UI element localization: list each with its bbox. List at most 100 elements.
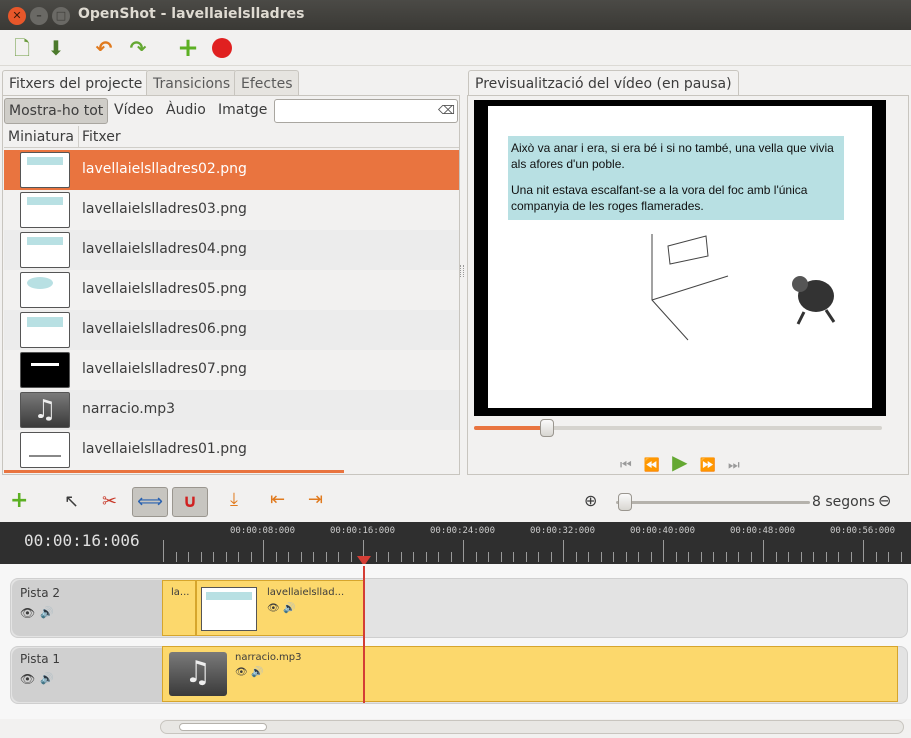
list-item[interactable]: lavellaielslladres03.png (4, 190, 459, 230)
maximize-window-icon[interactable]: □ (52, 7, 70, 25)
tab-transitions[interactable]: Transicions (146, 70, 238, 96)
ruler-tick-label: 00:00:32:000 (530, 526, 596, 536)
thumbnail-image (20, 232, 70, 268)
timeline-toolbar: + ↖ ✂ ⟺ ∪ ⤓ ⇤ ⇥ ⊕ 8 segons ⊖ (0, 485, 911, 521)
timeline-scrollbar[interactable] (160, 720, 904, 734)
ruler-tick (613, 552, 614, 562)
tab-preview[interactable]: Previsualització del vídeo (en pausa) (468, 70, 739, 96)
previous-marker-icon[interactable]: ⇤ (270, 489, 285, 510)
ruler-tick (213, 552, 214, 562)
thumbnail-image (20, 152, 70, 188)
column-file[interactable]: Fitxer (82, 129, 121, 145)
add-track-icon[interactable]: + (10, 488, 28, 513)
ruler-tick (863, 540, 864, 562)
clear-search-icon[interactable]: ⌫ (438, 103, 455, 117)
speaker-icon[interactable]: 🔊 (283, 603, 295, 614)
thumbnail-image (20, 352, 70, 388)
razor-tool-icon[interactable]: ✂ (102, 491, 117, 512)
list-item[interactable]: lavellaielslladres01.png (4, 430, 459, 470)
speaker-icon[interactable]: 🔊 (40, 606, 54, 619)
zoom-slider[interactable] (616, 501, 810, 504)
list-item[interactable]: lavellaielslladres07.png (4, 350, 459, 390)
pointer-tool-icon[interactable]: ↖ (64, 491, 79, 512)
search-input[interactable] (274, 99, 458, 123)
ruler-tick (576, 552, 577, 562)
video-frame: Això va anar i era, si era bé i si no ta… (488, 106, 872, 408)
filter-show-all-button[interactable]: Mostra-ho tot (4, 98, 109, 124)
jump-end-icon[interactable]: ⏭ (728, 458, 744, 473)
title-bar: ✕ – □ OpenShot - lavellaielslladres (0, 0, 911, 30)
seek-bar-handle[interactable] (540, 419, 555, 437)
eye-icon[interactable]: 👁 (267, 603, 280, 614)
speaker-icon[interactable]: 🔊 (251, 667, 263, 678)
ruler-tick (538, 552, 539, 562)
list-item[interactable]: lavellaielslladres04.png (4, 230, 459, 270)
ruler-tick-label: 00:00:08:000 (230, 526, 296, 536)
rewind-icon[interactable]: ⏪ (644, 458, 664, 473)
thumbnail-image (20, 272, 70, 308)
ruler-tick (501, 552, 502, 562)
filter-video-button[interactable]: Vídeo (110, 98, 158, 124)
thumbnail-image (20, 192, 70, 228)
preview-seek-bar[interactable] (474, 426, 882, 430)
ruler-tick (226, 552, 227, 562)
ruler-tick-label: 00:00:16:000 (330, 526, 396, 536)
ruler-tick (263, 540, 264, 562)
eye-icon[interactable]: 👁 (235, 667, 248, 678)
next-marker-icon[interactable]: ⇥ (308, 489, 323, 510)
new-project-icon[interactable]: 🗋 (8, 34, 36, 62)
close-window-icon[interactable]: ✕ (8, 7, 26, 25)
ruler-tick (588, 552, 589, 562)
add-marker-icon[interactable]: ⤓ (230, 489, 238, 510)
column-thumbnail[interactable]: Miniatura (8, 129, 74, 145)
ruler-tick (838, 552, 839, 562)
export-video-icon[interactable] (208, 34, 236, 62)
track-header: Pista 1 👁 🔊 (12, 648, 162, 702)
timeline-clip[interactable]: la... (162, 580, 196, 636)
horizontal-scrollbar[interactable] (4, 470, 344, 473)
pane-splitter-handle[interactable] (460, 265, 464, 277)
zoom-in-icon[interactable]: ⊕ (584, 491, 597, 510)
slide-paragraph: Una nit estava escalfant-se a la vora de… (511, 183, 808, 213)
undo-icon[interactable]: ↶ (90, 34, 118, 62)
ruler-tick-label: 00:00:40:000 (630, 526, 696, 536)
ruler-tick (676, 552, 677, 562)
scrollbar-thumb[interactable] (179, 723, 267, 731)
speaker-icon[interactable]: 🔊 (40, 672, 54, 685)
filter-image-button[interactable]: Imatge (214, 98, 271, 124)
list-item[interactable]: lavellaielslladres02.png (4, 150, 459, 190)
ruler-tick (638, 552, 639, 562)
eye-icon[interactable]: 👁 (20, 672, 35, 686)
thumbnail-image (20, 312, 70, 348)
tab-effects[interactable]: Efectes (234, 70, 300, 96)
redo-icon[interactable]: ↷ (124, 34, 152, 62)
timeline-clip[interactable]: ♫ narracio.mp3 👁 🔊 (162, 646, 898, 702)
timeline-clip[interactable]: lavellaielsllad... 👁 🔊 (196, 580, 364, 636)
add-files-icon[interactable]: + (174, 34, 202, 62)
ruler-tick (526, 552, 527, 562)
eye-icon[interactable]: 👁 (20, 606, 35, 620)
file-name: lavellaielslladres03.png (82, 201, 247, 217)
ruler-tick (713, 552, 714, 562)
list-item[interactable]: ♫ narracio.mp3 (4, 390, 459, 430)
play-icon[interactable]: ▶ (672, 450, 691, 474)
filter-audio-button[interactable]: Àudio (162, 98, 210, 124)
zoom-slider-handle[interactable] (618, 493, 632, 511)
ruler-tick-label: 00:00:56:000 (830, 526, 896, 536)
ruler-tick (751, 552, 752, 562)
list-item[interactable]: lavellaielslladres05.png (4, 270, 459, 310)
minimize-window-icon[interactable]: – (30, 7, 48, 25)
save-project-icon[interactable]: ⬇ (42, 34, 70, 62)
zoom-out-icon[interactable]: ⊖ (878, 491, 891, 510)
list-item[interactable]: lavellaielslladres06.png (4, 310, 459, 350)
tab-project-files[interactable]: Fitxers del projecte (2, 70, 150, 96)
ruler-tick (276, 552, 277, 562)
fast-forward-icon[interactable]: ⏩ (700, 458, 720, 473)
jump-start-icon[interactable]: ⏮ (620, 458, 636, 473)
resize-tool-icon[interactable]: ⟺ (132, 487, 168, 517)
music-note-icon: ♫ (169, 652, 227, 696)
snapping-magnet-icon[interactable]: ∪ (172, 487, 208, 517)
ruler-tick (188, 552, 189, 562)
ruler-tick (301, 552, 302, 562)
clip-label: la... (171, 587, 190, 598)
